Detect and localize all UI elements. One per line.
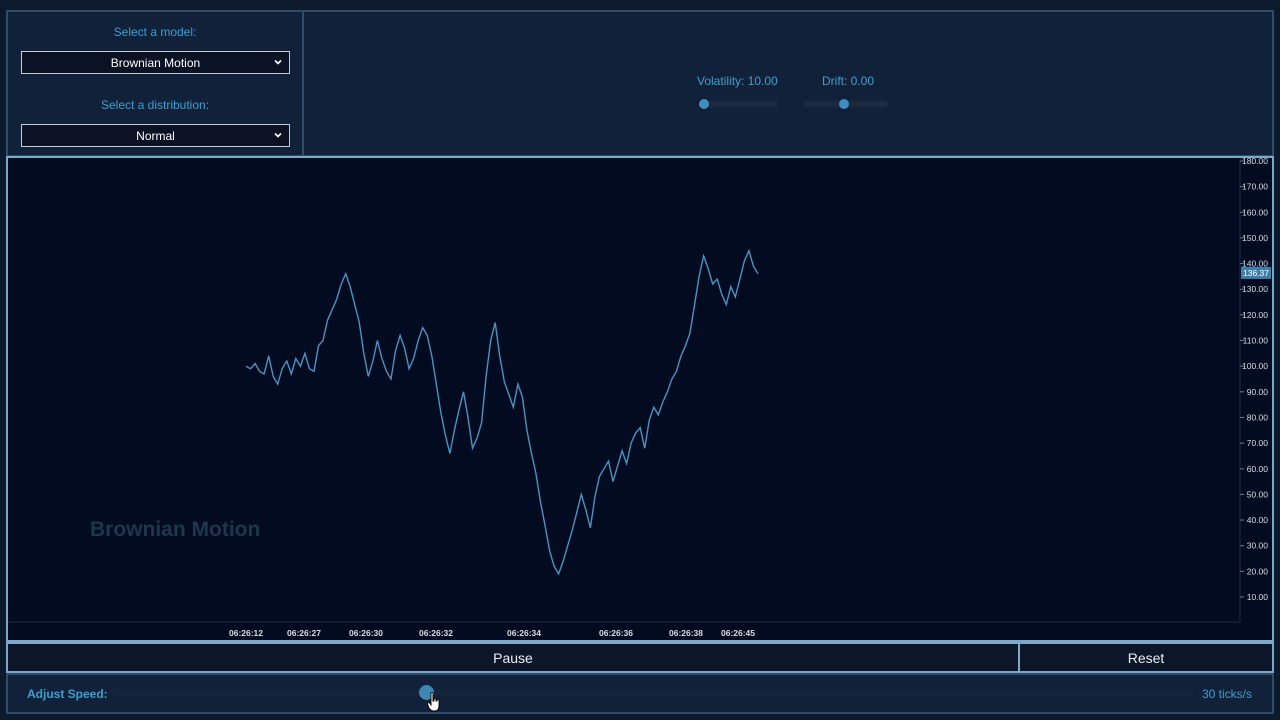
x-axis-ticks: 06:26:12 06:26:27 06:26:30 06:26:32 06:26:34… <box>229 628 755 638</box>
y-tick-label: 30.00 <box>1247 541 1269 551</box>
reset-button[interactable]: Reset <box>1020 644 1272 671</box>
distribution-select-value: Normal <box>136 128 175 143</box>
x-tick-label: 06:26:36 <box>599 628 633 638</box>
drift-label: Drift: 0.00 <box>822 74 875 88</box>
x-tick-label: 06:26:32 <box>419 628 453 638</box>
parameter-controls-panel: Volatility: 10.00 Drift: 0.00 <box>302 10 1274 157</box>
chevron-down-icon <box>274 59 282 65</box>
x-tick-label: 06:26:38 <box>669 628 703 638</box>
last-price-marker: 136.37 <box>1241 266 1271 279</box>
hand-pointer-icon <box>426 692 440 712</box>
y-tick-label: 10.00 <box>1247 592 1269 602</box>
y-tick-label: 120.00 <box>1242 310 1268 320</box>
volatility-slider-thumb[interactable] <box>699 99 709 109</box>
y-tick-label: 180.00 <box>1242 158 1268 166</box>
volatility-label: Volatility: 10.00 <box>697 74 778 88</box>
y-axis-ticks: 180.00170.00160.00150.00140.00130.00120.… <box>1240 158 1268 602</box>
y-tick-label: 80.00 <box>1247 412 1269 422</box>
x-tick-label: 06:26:30 <box>349 628 383 638</box>
drift-slider-thumb[interactable] <box>839 99 849 109</box>
pause-button[interactable]: Pause <box>8 644 1020 671</box>
model-select[interactable]: Brownian Motion <box>21 51 290 74</box>
speed-slider-track[interactable] <box>112 690 1194 696</box>
volatility-slider-group: Volatility: 10.00 <box>697 74 778 88</box>
y-tick-label: 150.00 <box>1242 233 1268 243</box>
drift-slider-group: Drift: 0.00 <box>822 74 874 88</box>
distribution-select-label: Select a distribution: <box>100 98 210 112</box>
chart-canvas[interactable]: Brownian Motion 180.00 170.00 160.00 150.00… <box>8 158 1272 640</box>
y-tick-label: 130.00 <box>1242 284 1268 294</box>
last-price-label: 136.37 <box>1243 268 1269 278</box>
speed-value: 30 ticks/s <box>1201 687 1252 701</box>
y-tick-label: 100.00 <box>1242 361 1268 371</box>
y-tick-label: 170.00 <box>1242 182 1268 192</box>
y-tick-label: 110.00 <box>1243 336 1269 346</box>
chart-watermark: Brownian Motion <box>90 518 260 541</box>
chevron-down-icon <box>274 132 282 138</box>
model-controls-panel: Select a model: Brownian Motion Select a… <box>6 10 304 157</box>
price-chart[interactable]: Brownian Motion 180.00 170.00 160.00 150.00… <box>6 156 1274 642</box>
y-tick-label: 160.00 <box>1242 207 1268 217</box>
y-tick-label: 60.00 <box>1247 464 1269 474</box>
model-select-value: Brownian Motion <box>110 55 201 70</box>
x-tick-label: 06:26:45 <box>721 628 755 638</box>
model-select-label: Select a model: <box>113 25 197 39</box>
distribution-select[interactable]: Normal <box>21 124 290 147</box>
y-tick-label: 50.00 <box>1247 489 1269 499</box>
y-tick-label: 20.00 <box>1247 566 1269 576</box>
speed-control-row: Adjust Speed: 30 ticks/s <box>6 673 1274 714</box>
volatility-slider-track[interactable] <box>699 101 777 107</box>
speed-label: Adjust Speed: <box>27 687 108 701</box>
x-tick-label: 06:26:27 <box>287 628 321 638</box>
y-tick-label: 70.00 <box>1247 438 1269 448</box>
x-tick-label: 06:26:34 <box>507 628 541 638</box>
y-tick-label: 90.00 <box>1247 387 1269 397</box>
y-tick-label: 40.00 <box>1247 515 1269 525</box>
price-series-line <box>245 248 759 576</box>
action-buttons-row: Pause Reset <box>6 642 1274 673</box>
x-tick-label: 06:26:12 <box>229 628 263 638</box>
